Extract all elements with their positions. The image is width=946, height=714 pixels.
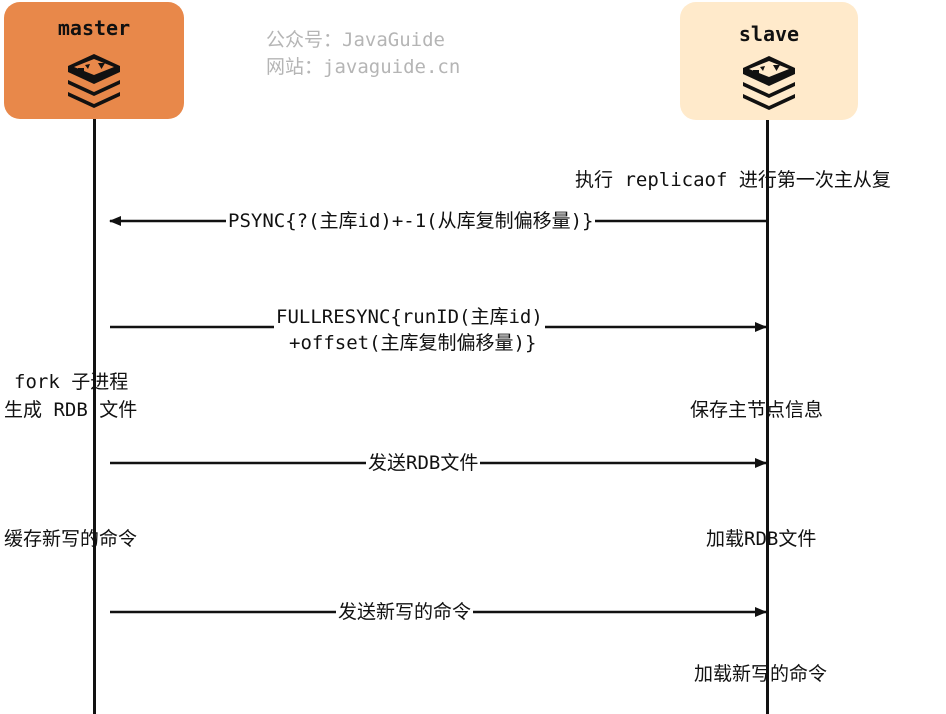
buffer-commands-note: 缓存新写的命令	[4, 528, 138, 550]
fork-note-line2: 生成 RDB 文件	[4, 399, 138, 421]
fullresync-label-line1: FULLRESYNC{runID(主库id)	[274, 304, 545, 330]
save-master-info-note: 保存主节点信息	[690, 399, 824, 421]
fork-note-line1: fork 子进程	[14, 371, 129, 393]
load-commands-note: 加载新写的命令	[694, 663, 828, 685]
replicaof-note: 执行 replicaof 进行第一次主从复	[575, 169, 891, 191]
send-rdb-label: 发送RDB文件	[366, 450, 481, 476]
fullresync-label-line2: +offset(主库复制偏移量)}	[289, 332, 537, 354]
send-new-commands-label: 发送新写的命令	[336, 599, 474, 625]
psync-label: PSYNC{?(主库id)+-1(从库复制偏移量)}	[226, 208, 596, 234]
load-rdb-note: 加载RDB文件	[706, 528, 817, 550]
